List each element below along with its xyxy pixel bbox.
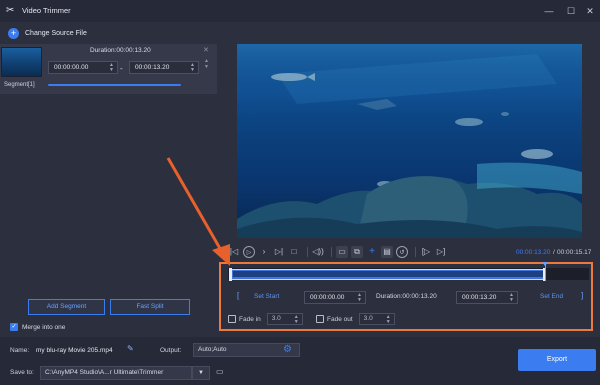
spinner-icon[interactable]: ▲ ▼ xyxy=(509,293,514,303)
timeline-selection-fill xyxy=(233,271,543,277)
annotation-arrow-icon xyxy=(166,157,230,266)
trim-duration: Duration:00:00:13.20 xyxy=(376,293,437,300)
stop-icon[interactable]: □ xyxy=(288,246,300,258)
change-source-button[interactable]: + Change Source File xyxy=(8,27,87,39)
trim-end-field[interactable]: 00:00:13.20 ▲ ▼ xyxy=(456,291,518,304)
fade-in-checkbox[interactable] xyxy=(228,315,236,323)
plus-circle-icon: + xyxy=(8,27,19,39)
gear-icon[interactable]: ⚙ xyxy=(283,344,292,355)
minimize-icon[interactable]: — xyxy=(542,4,556,18)
segment-start-value: 00:00:00.00 xyxy=(54,64,89,71)
trim-start-value: 00:00:00.00 xyxy=(310,294,345,301)
segment-progress-bar xyxy=(48,84,181,86)
fade-out-control[interactable]: Fade out 3.0 ▲ ▼ xyxy=(316,313,395,325)
spinner-icon[interactable]: ▲ ▼ xyxy=(294,315,299,325)
current-time: 00:00:13.20 xyxy=(516,249,551,256)
duplicate-icon[interactable]: ▤ xyxy=(381,246,393,258)
segment-thumbnail xyxy=(1,47,42,77)
set-start-button[interactable]: Set Start xyxy=(254,293,279,300)
segment-end-value: 00:00:13.20 xyxy=(135,64,170,71)
time-separator: / xyxy=(553,249,555,256)
close-icon[interactable]: ✕ xyxy=(583,4,597,18)
save-to-label: Save to: xyxy=(10,369,34,376)
end-bracket-icon: ] xyxy=(581,291,584,300)
save-path-field[interactable]: C:\AnyMP4 Studio\A...r Ultimate\Trimmer xyxy=(40,366,192,380)
fade-out-label: Fade out xyxy=(327,315,353,323)
fast-split-button[interactable]: Fast Split xyxy=(110,299,190,315)
fade-in-value: 3.0 xyxy=(271,315,281,322)
trim-start-field[interactable]: 00:00:00.00 ▲ ▼ xyxy=(304,291,366,304)
play-icon[interactable]: ▷ xyxy=(243,246,255,258)
next-frame-icon[interactable]: › xyxy=(258,246,270,258)
file-name: my blu-ray Movie 205.mp4 xyxy=(36,347,113,354)
edit-name-icon[interactable]: ✎ xyxy=(127,344,134,353)
merge-label: Merge into one xyxy=(22,323,66,331)
add-segment-button[interactable]: Add Segment xyxy=(28,299,105,315)
chevron-down-icon[interactable]: ▼ xyxy=(192,366,210,380)
mark-end-icon[interactable]: ▷] xyxy=(435,246,447,258)
video-preview[interactable] xyxy=(237,44,582,238)
set-end-button[interactable]: Set End xyxy=(540,293,563,300)
start-bracket-icon: [ xyxy=(237,291,240,300)
remove-segment-icon[interactable]: ✕ xyxy=(203,46,209,54)
copy-segment-icon[interactable]: ⧉ xyxy=(351,246,363,258)
fade-in-control[interactable]: Fade in 3.0 ▲ ▼ xyxy=(228,313,303,325)
folder-icon[interactable]: ▭ xyxy=(216,367,224,376)
segment-label: Segment[1] xyxy=(4,82,35,88)
segment-order-icon[interactable]: ▲ ▼ xyxy=(204,58,209,70)
playhead-marker-icon[interactable] xyxy=(542,262,548,266)
divider xyxy=(331,247,332,257)
clip-icon[interactable]: ▭ xyxy=(336,246,348,258)
spinner-icon[interactable]: ▲ ▼ xyxy=(109,63,114,73)
mark-start-icon[interactable]: [▷ xyxy=(420,246,432,258)
fade-in-label: Fade in xyxy=(239,315,261,323)
checkmark-icon: ✓ xyxy=(10,323,18,331)
reset-icon[interactable]: ↺ xyxy=(396,246,408,258)
output-label: Output: xyxy=(160,347,182,354)
name-label: Name: xyxy=(10,347,30,354)
segment-start-field[interactable]: 00:00:00.00 ▲ ▼ xyxy=(48,61,118,74)
spinner-icon[interactable]: ▲ ▼ xyxy=(386,315,391,325)
total-time: 00:00:15.17 xyxy=(557,249,592,256)
title-bar xyxy=(0,0,600,22)
app-title: Video Trimmer xyxy=(22,6,71,15)
fade-in-field[interactable]: 3.0 ▲ ▼ xyxy=(266,313,303,325)
export-button[interactable]: Export xyxy=(518,349,596,371)
fade-out-field[interactable]: 3.0 ▲ ▼ xyxy=(358,313,395,325)
maximize-icon[interactable]: ☐ xyxy=(564,4,578,18)
spinner-icon[interactable]: ▲ ▼ xyxy=(190,63,195,73)
add-icon[interactable]: + xyxy=(366,246,378,258)
segment-end-field[interactable]: 00:00:13.20 ▲ ▼ xyxy=(129,61,199,74)
fade-out-value: 3.0 xyxy=(363,315,373,322)
trim-end-value: 00:00:13.20 xyxy=(462,294,497,301)
divider xyxy=(307,247,308,257)
range-separator: - xyxy=(120,64,123,73)
divider xyxy=(415,247,416,257)
volume-icon[interactable]: ◁)) xyxy=(312,246,324,258)
scissors-logo-icon: ✂ xyxy=(6,5,15,16)
fade-out-checkbox[interactable] xyxy=(316,315,324,323)
spinner-icon[interactable]: ▲ ▼ xyxy=(357,293,362,303)
underwater-scene-image xyxy=(237,44,582,238)
segment-duration: Duration:00:00:13.20 xyxy=(90,47,151,54)
skip-end-icon[interactable]: ▷| xyxy=(273,246,285,258)
change-source-label: Change Source File xyxy=(25,29,87,37)
merge-checkbox[interactable]: ✓ Merge into one xyxy=(10,323,65,331)
